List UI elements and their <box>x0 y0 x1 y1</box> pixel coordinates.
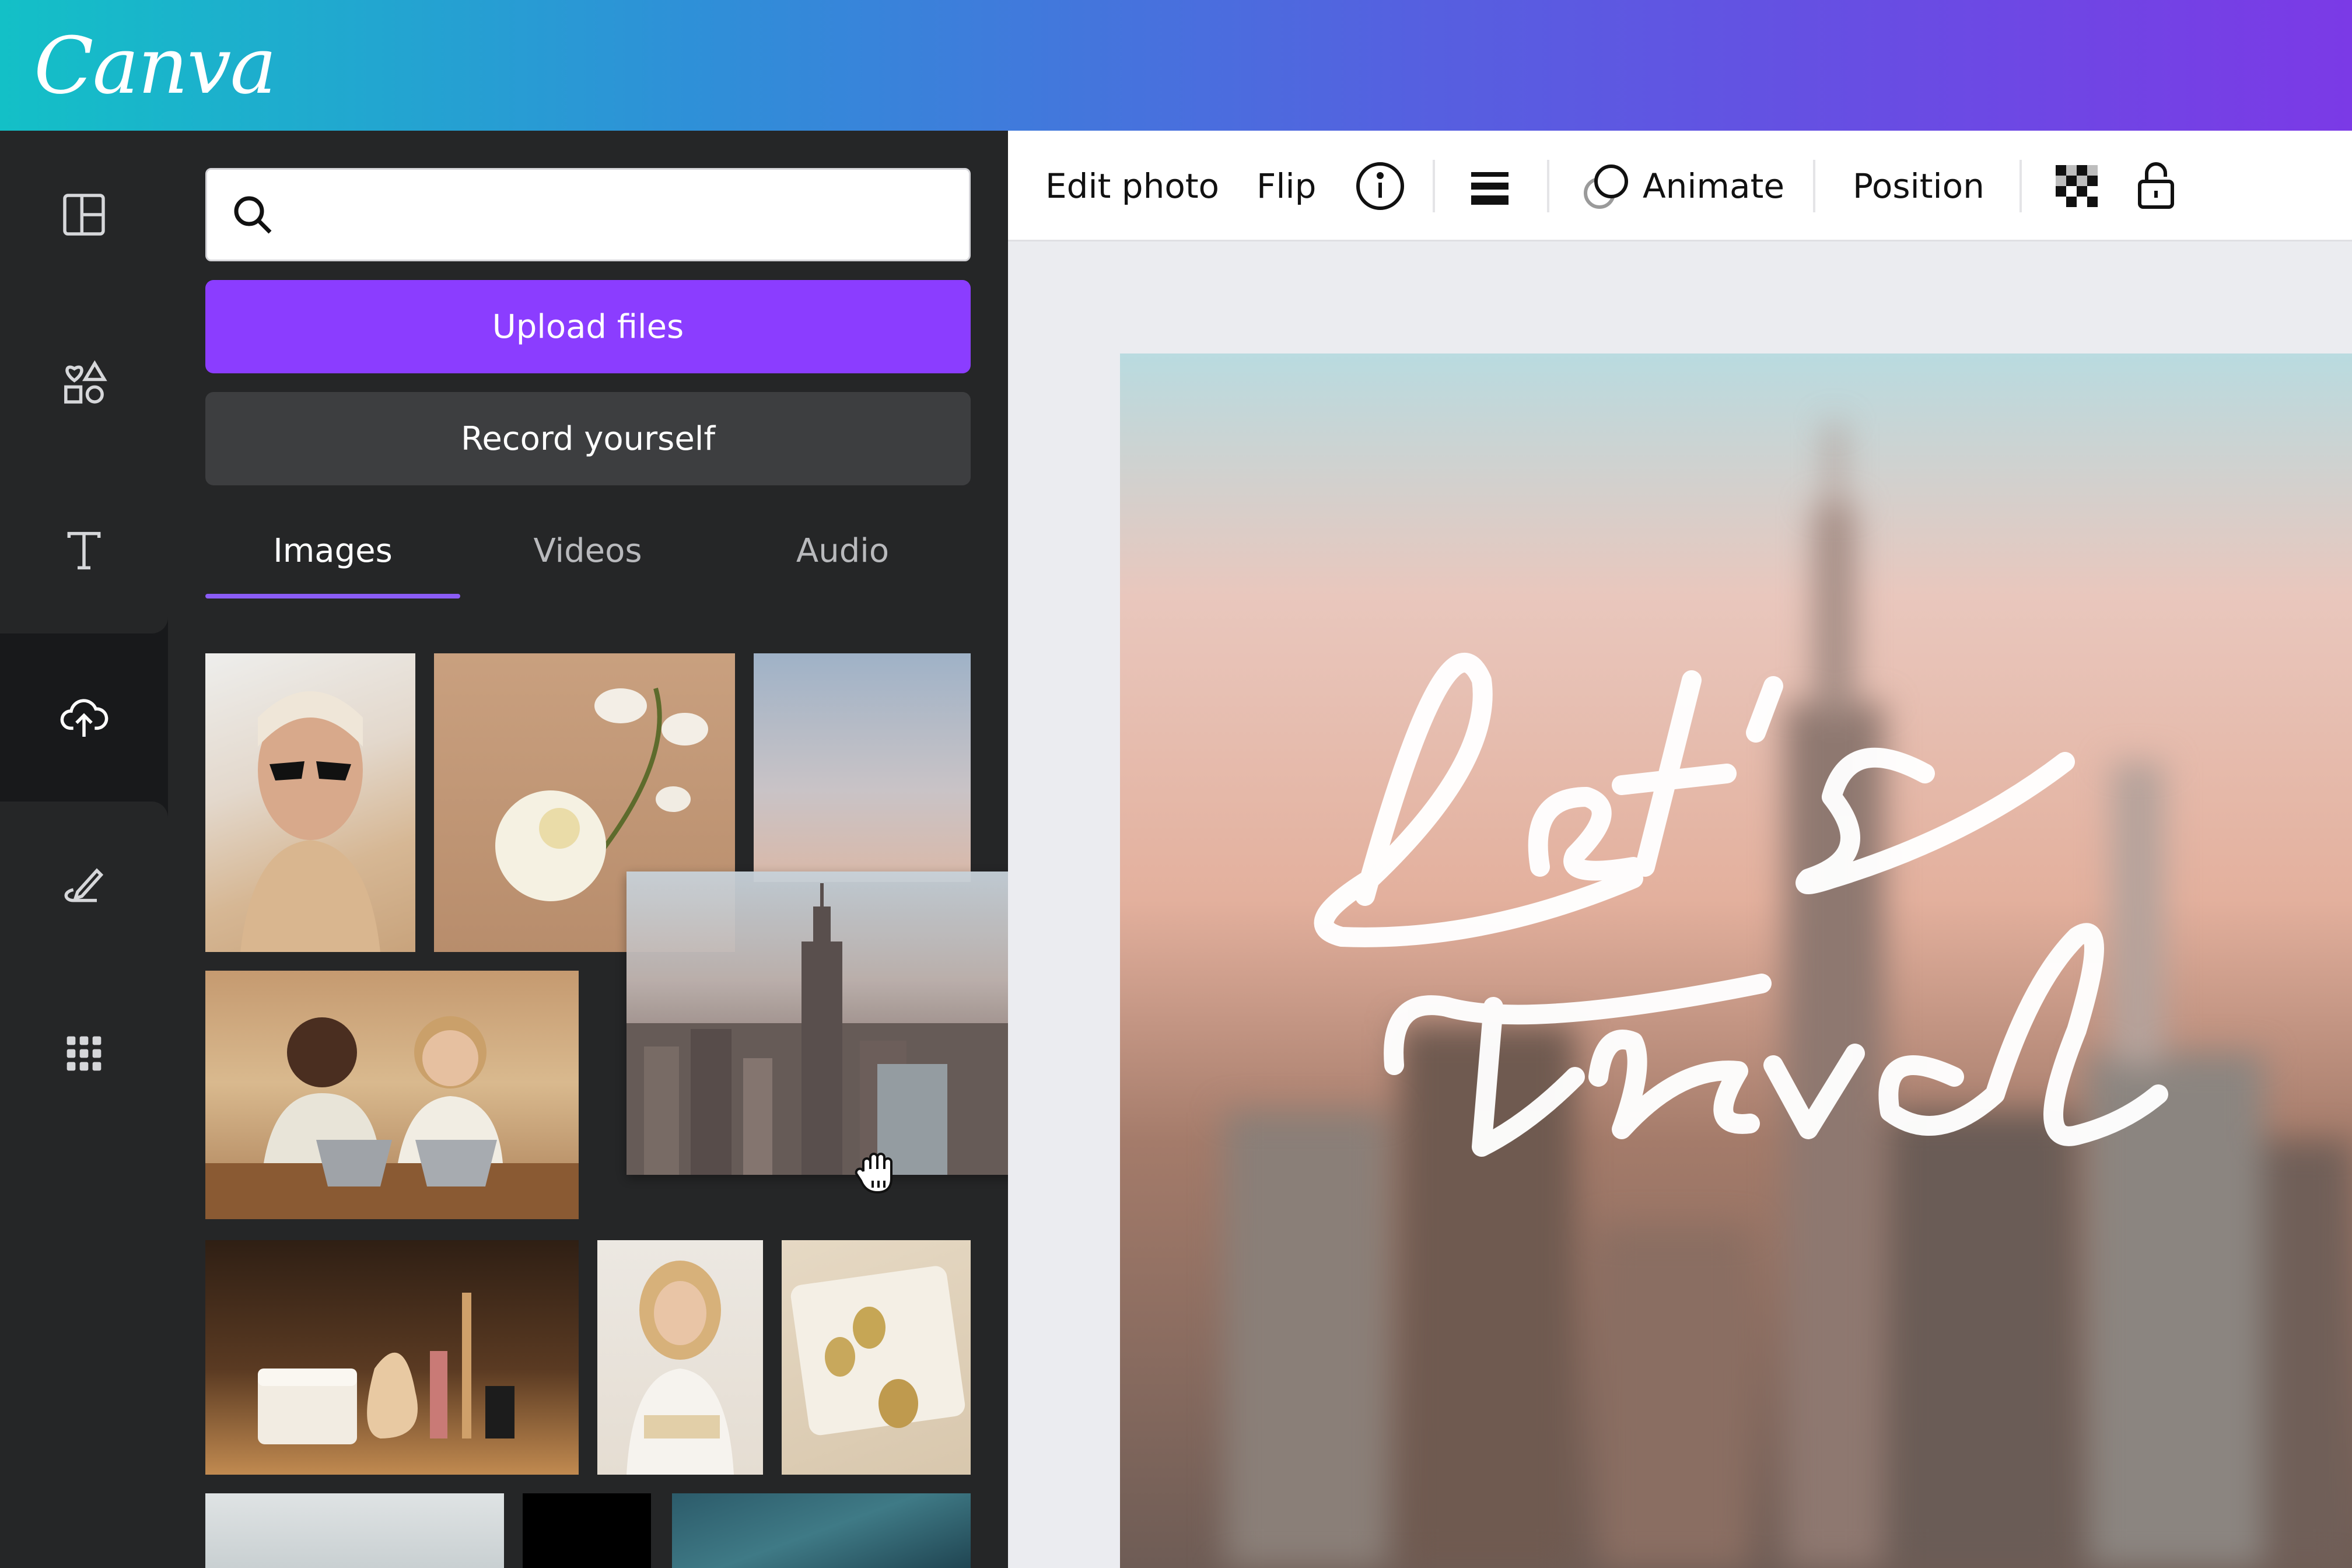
icon-rail <box>0 131 168 1568</box>
coworkers-laptop-photo <box>205 1016 579 1219</box>
layout-template-icon <box>63 194 105 236</box>
text-icon <box>67 531 101 570</box>
active-tab-indicator <box>205 594 460 598</box>
upload-cloud-icon <box>60 699 108 737</box>
image-thumbnail[interactable] <box>205 653 415 952</box>
rail-item-apps[interactable] <box>0 970 168 1138</box>
image-thumbnail[interactable] <box>672 1493 971 1568</box>
design-page[interactable] <box>1120 354 2352 1568</box>
apps-grid-icon <box>66 1036 102 1071</box>
uploads-panel: Upload files Record yourself Images Vide… <box>168 131 1008 1568</box>
transparency-icon[interactable] <box>2049 158 2105 214</box>
rail-item-elements[interactable] <box>0 299 168 467</box>
image-thumbnail[interactable] <box>597 1240 763 1475</box>
woman-reading-photo <box>626 1261 734 1475</box>
edit-photo-button[interactable]: Edit photo <box>1045 131 1219 242</box>
tab-videos[interactable]: Videos <box>460 504 715 597</box>
elements-shapes-icon <box>64 360 107 404</box>
lettering-artwork <box>1314 653 2168 1157</box>
cosmetics-products-photo <box>258 1293 514 1444</box>
animate-icon[interactable] <box>1578 158 1634 214</box>
image-thumbnail[interactable] <box>205 971 579 1219</box>
rail-item-uploads[interactable] <box>0 634 168 802</box>
search-input[interactable] <box>293 195 935 234</box>
tab-images[interactable]: Images <box>205 504 460 597</box>
tab-audio[interactable]: Audio <box>715 504 970 597</box>
image-thumbnail[interactable] <box>782 1240 971 1475</box>
rail-item-text[interactable] <box>0 467 168 635</box>
pears-on-cloth-photo <box>790 1266 965 1436</box>
lock-icon[interactable] <box>2128 158 2184 214</box>
search-icon <box>234 196 272 234</box>
media-tabs: Images Videos Audio <box>205 504 971 598</box>
rail-item-draw[interactable] <box>0 802 168 970</box>
image-thumbnail[interactable] <box>754 653 971 882</box>
image-thumbnail[interactable] <box>205 1493 504 1568</box>
top-bar: Canva <box>0 0 2352 131</box>
line-weight-icon[interactable] <box>1462 158 1518 214</box>
record-yourself-button[interactable]: Record yourself <box>205 392 971 485</box>
animate-button[interactable]: Animate <box>1643 131 1784 242</box>
draw-pen-icon <box>64 868 104 902</box>
info-icon[interactable] <box>1352 158 1408 214</box>
position-button[interactable]: Position <box>1853 131 1985 242</box>
image-thumbnail[interactable] <box>523 1493 651 1568</box>
image-thumbnail[interactable] <box>205 1240 579 1475</box>
woman-sunglasses-photo <box>240 691 380 952</box>
canva-logo[interactable]: Canva <box>34 16 276 116</box>
search-box[interactable] <box>205 168 971 261</box>
image-toolbar: Edit photo Flip Animate Position <box>1008 131 2352 242</box>
grab-hand-cursor-icon <box>855 1153 892 1194</box>
rail-item-design[interactable] <box>0 131 168 299</box>
upload-files-button[interactable]: Upload files <box>205 280 971 373</box>
flip-button[interactable]: Flip <box>1256 131 1316 242</box>
